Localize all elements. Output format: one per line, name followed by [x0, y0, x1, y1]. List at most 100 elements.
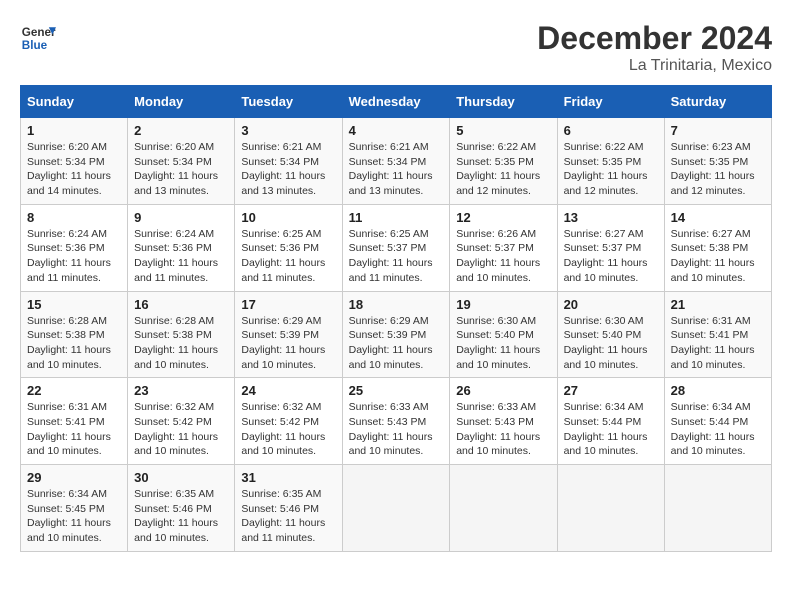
calendar-day-cell: 22 Sunrise: 6:31 AMSunset: 5:41 PMDaylig…	[21, 378, 128, 465]
day-of-week-header: Saturday	[664, 86, 771, 118]
day-number: 12	[456, 210, 550, 225]
day-number: 17	[241, 297, 335, 312]
calendar-day-cell	[664, 465, 771, 552]
day-number: 24	[241, 383, 335, 398]
day-detail: Sunrise: 6:20 AMSunset: 5:34 PMDaylight:…	[27, 140, 121, 199]
day-detail: Sunrise: 6:20 AMSunset: 5:34 PMDaylight:…	[134, 140, 228, 199]
day-detail: Sunrise: 6:23 AMSunset: 5:35 PMDaylight:…	[671, 140, 765, 199]
day-of-week-header: Sunday	[21, 86, 128, 118]
day-detail: Sunrise: 6:29 AMSunset: 5:39 PMDaylight:…	[241, 314, 335, 373]
day-number: 3	[241, 123, 335, 138]
day-detail: Sunrise: 6:35 AMSunset: 5:46 PMDaylight:…	[241, 487, 335, 546]
day-number: 16	[134, 297, 228, 312]
day-number: 26	[456, 383, 550, 398]
page-subtitle: La Trinitaria, Mexico	[537, 57, 772, 75]
calendar-day-cell: 20 Sunrise: 6:30 AMSunset: 5:40 PMDaylig…	[557, 291, 664, 378]
day-detail: Sunrise: 6:34 AMSunset: 5:44 PMDaylight:…	[671, 400, 765, 459]
logo-icon: General Blue	[20, 20, 56, 56]
day-number: 8	[27, 210, 121, 225]
day-number: 9	[134, 210, 228, 225]
calendar-day-cell: 17 Sunrise: 6:29 AMSunset: 5:39 PMDaylig…	[235, 291, 342, 378]
calendar-day-cell: 9 Sunrise: 6:24 AMSunset: 5:36 PMDayligh…	[128, 204, 235, 291]
day-number: 5	[456, 123, 550, 138]
day-detail: Sunrise: 6:24 AMSunset: 5:36 PMDaylight:…	[27, 227, 121, 286]
day-of-week-header: Friday	[557, 86, 664, 118]
day-detail: Sunrise: 6:35 AMSunset: 5:46 PMDaylight:…	[134, 487, 228, 546]
calendar-day-cell: 1 Sunrise: 6:20 AMSunset: 5:34 PMDayligh…	[21, 118, 128, 205]
calendar-day-cell: 5 Sunrise: 6:22 AMSunset: 5:35 PMDayligh…	[450, 118, 557, 205]
calendar-day-cell: 18 Sunrise: 6:29 AMSunset: 5:39 PMDaylig…	[342, 291, 450, 378]
calendar-day-cell: 2 Sunrise: 6:20 AMSunset: 5:34 PMDayligh…	[128, 118, 235, 205]
day-number: 20	[564, 297, 658, 312]
calendar-day-cell: 23 Sunrise: 6:32 AMSunset: 5:42 PMDaylig…	[128, 378, 235, 465]
day-detail: Sunrise: 6:33 AMSunset: 5:43 PMDaylight:…	[456, 400, 550, 459]
calendar-day-cell	[450, 465, 557, 552]
calendar-day-cell: 3 Sunrise: 6:21 AMSunset: 5:34 PMDayligh…	[235, 118, 342, 205]
calendar-day-cell: 19 Sunrise: 6:30 AMSunset: 5:40 PMDaylig…	[450, 291, 557, 378]
day-detail: Sunrise: 6:27 AMSunset: 5:37 PMDaylight:…	[564, 227, 658, 286]
svg-text:Blue: Blue	[22, 39, 48, 52]
day-detail: Sunrise: 6:32 AMSunset: 5:42 PMDaylight:…	[241, 400, 335, 459]
calendar-day-cell: 28 Sunrise: 6:34 AMSunset: 5:44 PMDaylig…	[664, 378, 771, 465]
day-detail: Sunrise: 6:31 AMSunset: 5:41 PMDaylight:…	[671, 314, 765, 373]
day-number: 27	[564, 383, 658, 398]
calendar-day-cell: 25 Sunrise: 6:33 AMSunset: 5:43 PMDaylig…	[342, 378, 450, 465]
day-number: 23	[134, 383, 228, 398]
day-of-week-header: Tuesday	[235, 86, 342, 118]
day-detail: Sunrise: 6:34 AMSunset: 5:45 PMDaylight:…	[27, 487, 121, 546]
calendar-day-cell: 29 Sunrise: 6:34 AMSunset: 5:45 PMDaylig…	[21, 465, 128, 552]
day-number: 13	[564, 210, 658, 225]
calendar-header-row: SundayMondayTuesdayWednesdayThursdayFrid…	[21, 86, 772, 118]
day-of-week-header: Monday	[128, 86, 235, 118]
calendar-day-cell: 12 Sunrise: 6:26 AMSunset: 5:37 PMDaylig…	[450, 204, 557, 291]
day-number: 22	[27, 383, 121, 398]
calendar-week-row: 8 Sunrise: 6:24 AMSunset: 5:36 PMDayligh…	[21, 204, 772, 291]
day-number: 10	[241, 210, 335, 225]
day-number: 7	[671, 123, 765, 138]
page-title: December 2024	[537, 20, 772, 57]
calendar-week-row: 15 Sunrise: 6:28 AMSunset: 5:38 PMDaylig…	[21, 291, 772, 378]
calendar-day-cell: 7 Sunrise: 6:23 AMSunset: 5:35 PMDayligh…	[664, 118, 771, 205]
day-detail: Sunrise: 6:22 AMSunset: 5:35 PMDaylight:…	[564, 140, 658, 199]
day-number: 29	[27, 470, 121, 485]
day-number: 4	[349, 123, 444, 138]
day-number: 18	[349, 297, 444, 312]
day-number: 11	[349, 210, 444, 225]
calendar-day-cell: 14 Sunrise: 6:27 AMSunset: 5:38 PMDaylig…	[664, 204, 771, 291]
calendar-table: SundayMondayTuesdayWednesdayThursdayFrid…	[20, 85, 772, 552]
calendar-day-cell: 15 Sunrise: 6:28 AMSunset: 5:38 PMDaylig…	[21, 291, 128, 378]
calendar-day-cell: 26 Sunrise: 6:33 AMSunset: 5:43 PMDaylig…	[450, 378, 557, 465]
day-detail: Sunrise: 6:30 AMSunset: 5:40 PMDaylight:…	[456, 314, 550, 373]
day-detail: Sunrise: 6:31 AMSunset: 5:41 PMDaylight:…	[27, 400, 121, 459]
day-detail: Sunrise: 6:28 AMSunset: 5:38 PMDaylight:…	[27, 314, 121, 373]
calendar-day-cell: 11 Sunrise: 6:25 AMSunset: 5:37 PMDaylig…	[342, 204, 450, 291]
calendar-day-cell: 8 Sunrise: 6:24 AMSunset: 5:36 PMDayligh…	[21, 204, 128, 291]
day-detail: Sunrise: 6:30 AMSunset: 5:40 PMDaylight:…	[564, 314, 658, 373]
day-detail: Sunrise: 6:22 AMSunset: 5:35 PMDaylight:…	[456, 140, 550, 199]
day-number: 14	[671, 210, 765, 225]
calendar-day-cell: 16 Sunrise: 6:28 AMSunset: 5:38 PMDaylig…	[128, 291, 235, 378]
day-detail: Sunrise: 6:34 AMSunset: 5:44 PMDaylight:…	[564, 400, 658, 459]
day-detail: Sunrise: 6:27 AMSunset: 5:38 PMDaylight:…	[671, 227, 765, 286]
day-of-week-header: Thursday	[450, 86, 557, 118]
day-detail: Sunrise: 6:25 AMSunset: 5:36 PMDaylight:…	[241, 227, 335, 286]
day-number: 2	[134, 123, 228, 138]
day-number: 28	[671, 383, 765, 398]
day-number: 31	[241, 470, 335, 485]
calendar-week-row: 29 Sunrise: 6:34 AMSunset: 5:45 PMDaylig…	[21, 465, 772, 552]
day-detail: Sunrise: 6:33 AMSunset: 5:43 PMDaylight:…	[349, 400, 444, 459]
day-detail: Sunrise: 6:28 AMSunset: 5:38 PMDaylight:…	[134, 314, 228, 373]
day-number: 25	[349, 383, 444, 398]
day-detail: Sunrise: 6:32 AMSunset: 5:42 PMDaylight:…	[134, 400, 228, 459]
day-number: 6	[564, 123, 658, 138]
title-block: December 2024 La Trinitaria, Mexico	[537, 20, 772, 75]
calendar-day-cell: 10 Sunrise: 6:25 AMSunset: 5:36 PMDaylig…	[235, 204, 342, 291]
day-detail: Sunrise: 6:29 AMSunset: 5:39 PMDaylight:…	[349, 314, 444, 373]
calendar-day-cell: 27 Sunrise: 6:34 AMSunset: 5:44 PMDaylig…	[557, 378, 664, 465]
page-header: General Blue December 2024 La Trinitaria…	[20, 20, 772, 75]
day-number: 30	[134, 470, 228, 485]
calendar-day-cell	[342, 465, 450, 552]
calendar-day-cell: 24 Sunrise: 6:32 AMSunset: 5:42 PMDaylig…	[235, 378, 342, 465]
day-detail: Sunrise: 6:24 AMSunset: 5:36 PMDaylight:…	[134, 227, 228, 286]
logo: General Blue	[20, 20, 56, 56]
